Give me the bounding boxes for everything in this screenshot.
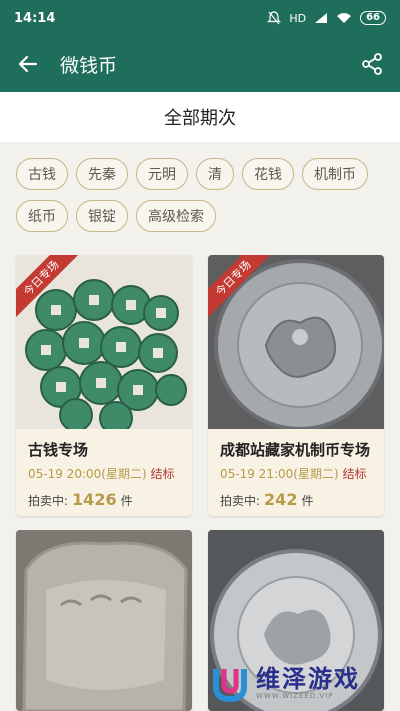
card-count-label: 拍卖中: <box>220 494 261 508</box>
watermark-url: WWW.WIZEED.VIP <box>256 692 334 700</box>
card-count-unit: 件 <box>301 494 314 508</box>
card-count: 拍卖中: 242 件 <box>220 490 372 509</box>
tag-qing[interactable]: 清 <box>196 158 234 190</box>
auction-card-silver-ingot[interactable] <box>16 530 192 711</box>
wifi-icon <box>337 13 352 23</box>
tag-advanced-search[interactable]: 高级检索 <box>136 200 216 232</box>
mute-bell-icon <box>267 11 282 25</box>
app-bar: 微钱币 <box>0 36 400 92</box>
card-time-value: 05-19 20:00(星期二) <box>28 467 147 481</box>
watermark: 维泽游戏 WWW.WIZEED.VIP <box>210 660 390 706</box>
card-status: 结标 <box>342 467 367 481</box>
status-bar: 14:14 HD 66 <box>0 0 400 36</box>
auction-card-machine-coins[interactable]: 今日专场 成都站藏家机制币专场 05-19 21:00(星期二) 结标 拍卖中:… <box>208 255 384 516</box>
card-count-unit: 件 <box>120 494 133 508</box>
silver-ingot-image <box>16 530 192 711</box>
network-label: HD <box>289 11 307 25</box>
page-title: 微钱币 <box>60 54 118 77</box>
signal-icon <box>315 13 328 23</box>
silver-dragon-coin-image: 今日专场 <box>208 255 384 429</box>
back-button[interactable] <box>0 36 56 92</box>
card-count-value: 1426 <box>72 490 117 509</box>
watermark-title: 维泽游戏 <box>256 665 360 693</box>
card-status: 结标 <box>150 467 175 481</box>
battery-indicator: 66 <box>360 11 386 25</box>
tag-pre-qin[interactable]: 先秦 <box>76 158 128 190</box>
card-count-value: 242 <box>264 490 298 509</box>
tag-silver-ingot[interactable]: 银锭 <box>76 200 128 232</box>
card-time: 05-19 20:00(星期二) 结标 <box>28 465 180 482</box>
share-button[interactable] <box>358 50 386 78</box>
status-time: 14:14 <box>14 10 56 26</box>
tag-yuan-ming[interactable]: 元明 <box>136 158 188 190</box>
card-count-label: 拍卖中: <box>28 494 69 508</box>
card-title: 成都站藏家机制币专场 <box>220 441 371 459</box>
status-icons: HD 66 <box>267 11 386 25</box>
arrow-left-icon <box>18 55 38 73</box>
all-issues-header[interactable]: 全部期次 <box>0 92 400 142</box>
card-time-value: 05-19 21:00(星期二) <box>220 467 339 481</box>
ancient-coins-image: 今日专场 <box>16 255 192 429</box>
tag-flower-coins[interactable]: 花钱 <box>242 158 294 190</box>
watermark-logo-icon <box>213 669 247 703</box>
category-tags: 古钱 先秦 元明 清 花钱 机制币 纸币 银锭 高级检索 <box>16 158 388 232</box>
card-time: 05-19 21:00(星期二) 结标 <box>220 465 372 482</box>
all-issues-label: 全部期次 <box>164 108 236 129</box>
tag-paper-money[interactable]: 纸币 <box>16 200 68 232</box>
card-title: 古钱专场 <box>28 441 89 459</box>
tag-ancient-coins[interactable]: 古钱 <box>16 158 68 190</box>
tag-machine-coins[interactable]: 机制币 <box>302 158 368 190</box>
share-icon <box>362 53 382 75</box>
card-count: 拍卖中: 1426 件 <box>28 490 180 509</box>
auction-card-ancient-coins[interactable]: 今日专场 古钱专场 05-19 20:00(星期二) 结标 拍卖中: 1426 … <box>16 255 192 516</box>
